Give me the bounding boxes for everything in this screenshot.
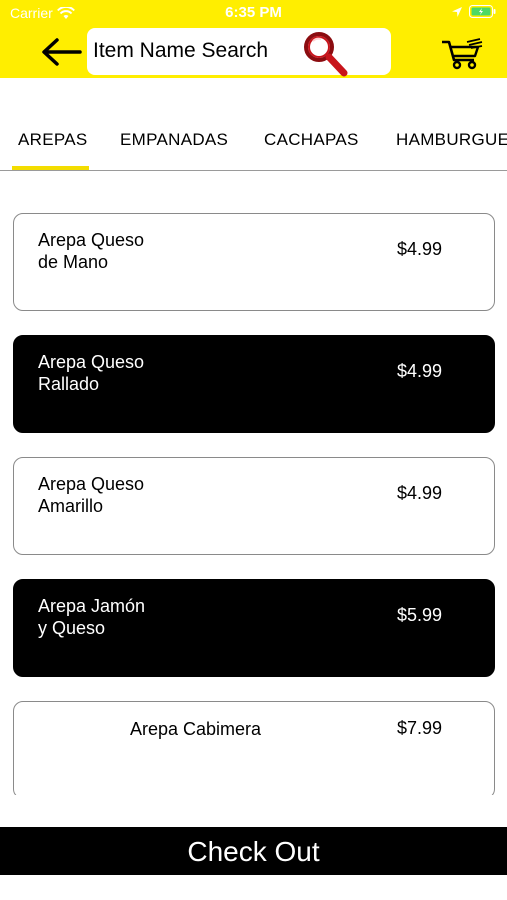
tab-label: AREPAS	[18, 130, 88, 149]
active-tab-indicator	[12, 166, 89, 170]
item-name: Arepa Queso de Mano	[38, 230, 145, 272]
arrow-left-icon	[42, 38, 82, 66]
menu-item-card[interactable]: Arepa Queso de Mano $4.99	[13, 213, 495, 311]
checkout-button[interactable]: Check Out	[0, 827, 507, 875]
cart-button[interactable]	[440, 36, 484, 70]
menu-item-card[interactable]: Arepa Cabimera $7.99	[13, 701, 495, 799]
search-input[interactable]	[93, 38, 303, 64]
back-button[interactable]	[40, 36, 84, 68]
magnifier-icon[interactable]	[299, 30, 351, 78]
status-indicators	[451, 5, 497, 18]
search-box[interactable]	[87, 28, 391, 78]
item-name: Arepa Queso Amarillo	[38, 474, 145, 516]
shopping-cart-icon	[442, 38, 483, 70]
menu-item-card[interactable]: Arepa Queso Amarillo $4.99	[13, 457, 495, 555]
tab-label: CACHAPAS	[264, 130, 359, 149]
menu-item-card[interactable]: Arepa Jamón y Queso $5.99	[13, 579, 495, 677]
tab-label: HAMBURGUE	[396, 130, 507, 149]
category-tabs: AREPAS EMPANADAS CACHAPAS HAMBURGUE	[0, 118, 507, 171]
item-price: $4.99	[397, 239, 443, 259]
item-price: $4.99	[397, 483, 443, 503]
location-arrow-icon	[452, 6, 462, 17]
menu-item-card[interactable]: Arepa Queso Rallado $4.99	[13, 335, 495, 433]
tab-label: EMPANADAS	[120, 130, 229, 149]
list-bottom-mask	[0, 795, 507, 827]
item-name: Arepa Jamón y Queso	[38, 596, 146, 638]
item-name: Arepa Cabimera	[130, 719, 262, 739]
status-time: 6:35 PM	[225, 4, 282, 21]
item-price: $4.99	[397, 361, 443, 381]
item-price: $5.99	[397, 605, 443, 625]
item-price: $7.99	[397, 718, 443, 738]
top-bar: Carrier 6:35 PM	[0, 0, 507, 78]
item-name: Arepa Queso Rallado	[38, 352, 145, 394]
battery-icon	[469, 5, 496, 18]
